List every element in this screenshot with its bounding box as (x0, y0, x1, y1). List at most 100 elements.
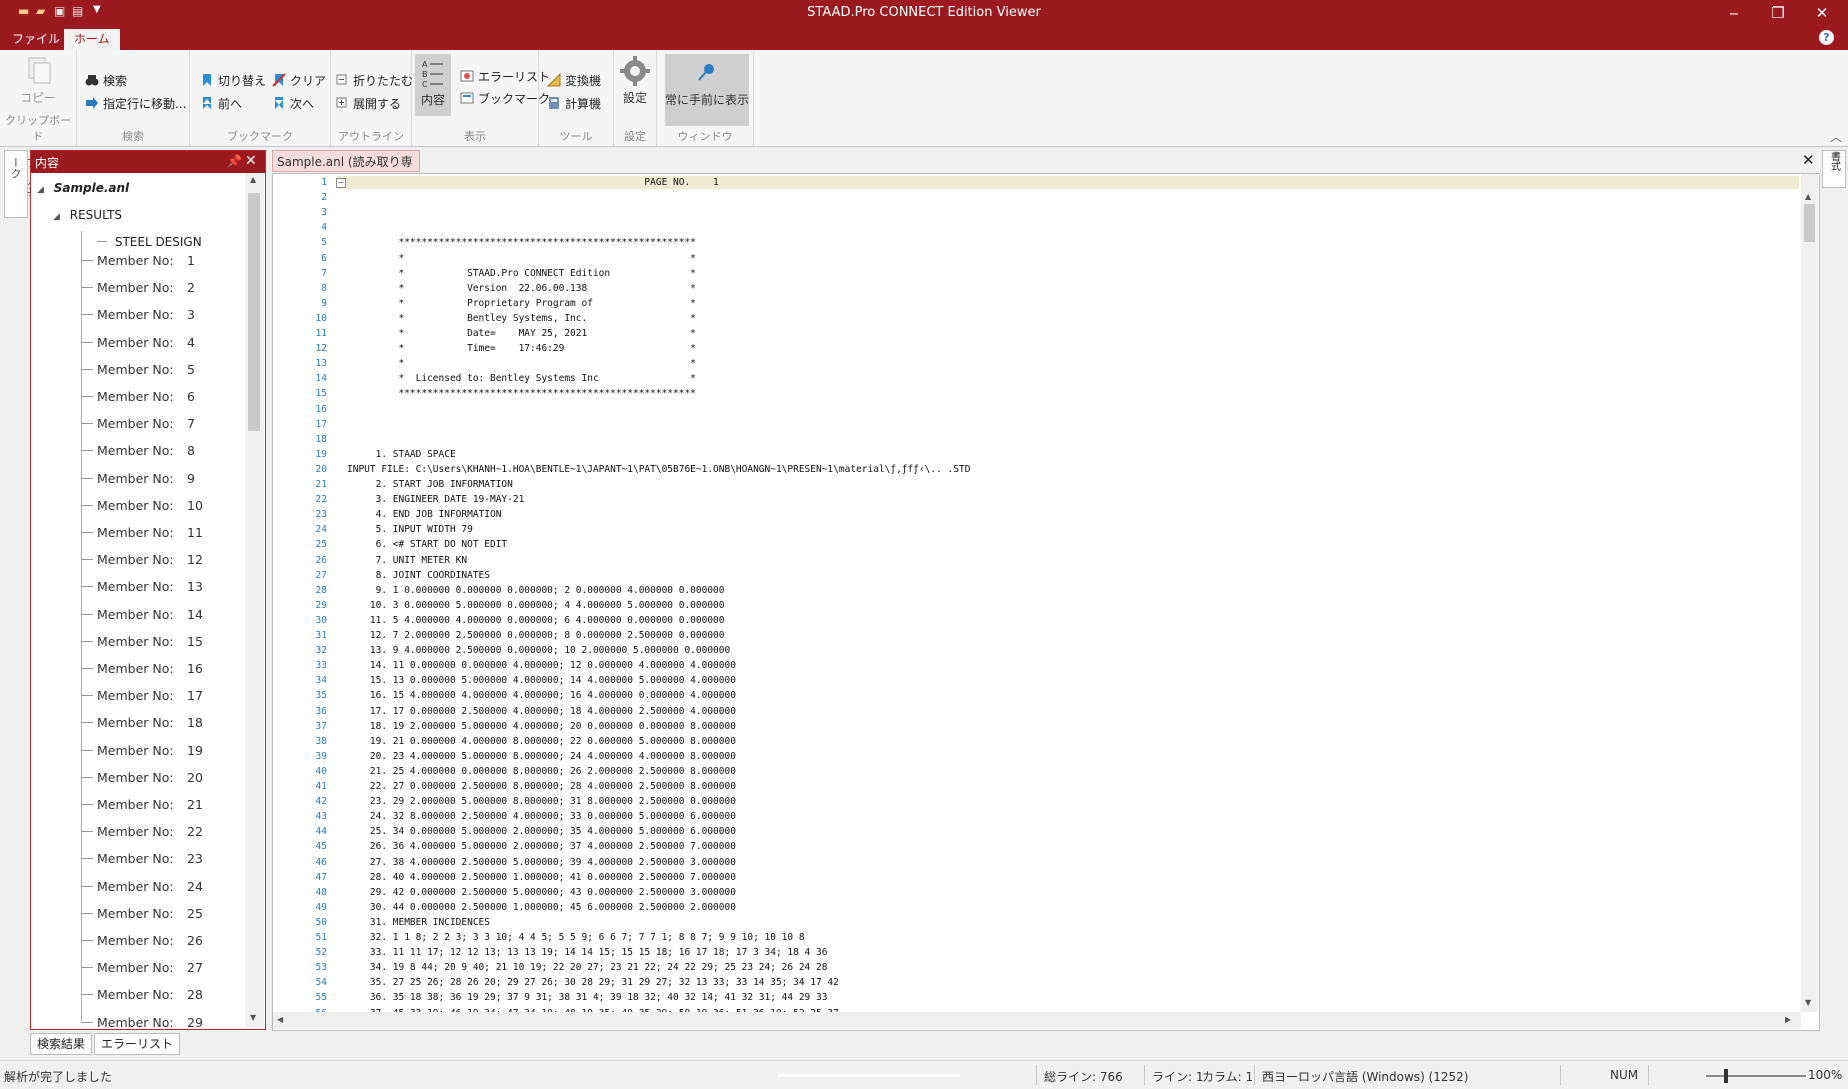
clear-bookmark-button[interactable]: クリア (272, 72, 326, 89)
tree-member-item[interactable]: Member No: 24 (81, 873, 241, 900)
scroll-up-icon[interactable]: ▲ (1805, 192, 1811, 201)
scroll-down-icon[interactable]: ▼ (1805, 998, 1811, 1007)
tree-member-item[interactable]: Member No: 8 (81, 437, 241, 464)
editor-vertical-scrollbar[interactable]: ▲ ▼ (1801, 174, 1818, 1012)
text-viewer[interactable]: − 1 2 3 4 5 6 7 8 9 10 11 12 13 14 15 16 17 18 19 20 21 22 23 2… (272, 173, 1820, 1031)
member-number: 18 (187, 715, 203, 731)
contents-scrollbar[interactable]: ▲ ▼ (245, 173, 264, 1027)
tree-results[interactable]: ◢ RESULTS (53, 208, 122, 222)
tree-member-item[interactable]: Member No: 20 (81, 764, 241, 791)
fold-toggle-icon[interactable]: − (336, 178, 346, 188)
tree-member-item[interactable]: Member No: 25 (81, 900, 241, 927)
tree-member-item[interactable]: Member No: 10 (81, 492, 241, 519)
tree-member-item[interactable]: Member No: 1 (81, 247, 241, 274)
line-number: 21 (315, 479, 327, 490)
calculator-icon (547, 96, 561, 110)
tree-member-item[interactable]: Member No: 4 (81, 329, 241, 356)
close-panel-icon[interactable]: ✕ (245, 153, 257, 169)
member-number: 14 (187, 606, 203, 622)
tree-member-item[interactable]: Member No: 18 (81, 709, 241, 736)
always-on-top-button[interactable]: 常に手前に表示 (665, 54, 749, 126)
tab-home[interactable]: ホーム (64, 29, 120, 50)
line-number: 33 (315, 660, 327, 672)
editor-horizontal-scrollbar[interactable]: ◀ ▶ (273, 1012, 1801, 1029)
zoom-slider-thumb[interactable] (1724, 1069, 1728, 1083)
tree-member-item[interactable]: Member No: 16 (81, 655, 241, 682)
help-icon[interactable]: ? (1819, 30, 1834, 45)
next-bookmark-button[interactable]: 次へ (272, 95, 314, 112)
tree-member-item[interactable]: Member No: 21 (81, 791, 241, 818)
encoding[interactable]: 西ヨーロッパ言語 (Windows) (1252) (1262, 1068, 1468, 1085)
tree-member-item[interactable]: Member No: 12 (81, 546, 241, 573)
scroll-left-icon[interactable]: ◀ (277, 1015, 283, 1024)
contents-scroll-thumb[interactable] (248, 193, 260, 431)
contents-toggle-button[interactable]: ABC 内容 (415, 54, 451, 116)
find-button[interactable]: 検索 (85, 72, 127, 89)
code-line: 9. 1 0.000000 0.000000 0.000000; 2 0.000… (347, 584, 725, 596)
minimize-button[interactable]: ‒ (1712, 0, 1756, 26)
code-line: 4. END JOB INFORMATION (347, 509, 502, 521)
tree-member-item[interactable]: Member No: 9 (81, 465, 241, 492)
collapse-ribbon-icon[interactable]: ︿ (1830, 128, 1842, 145)
code-line: * Date= MAY 25, 2021 * (347, 328, 696, 339)
tree-member-item[interactable]: Member No: 13 (81, 573, 241, 600)
converter-label: 変換機 (565, 74, 602, 88)
editor-scroll-thumb[interactable] (1804, 204, 1815, 242)
document-tab[interactable]: Sample.anl (読み取り専用) (272, 150, 420, 191)
tree-member-item[interactable]: Member No: 23 (81, 845, 241, 872)
bookmarks-pane-icon (460, 91, 474, 105)
tab-search-results[interactable]: 検索結果 (30, 1033, 93, 1055)
tree-member-item[interactable]: Member No: 11 (81, 519, 241, 546)
bookmarks-pane-button[interactable]: ブックマーク (460, 90, 550, 107)
restore-button[interactable]: ❐ (1756, 0, 1800, 26)
tree-expand-icon[interactable]: ◢ (37, 185, 44, 195)
zoom-slider[interactable] (1706, 1075, 1806, 1077)
prev-bookmark-button[interactable]: 前へ (200, 95, 242, 112)
tree-member-item[interactable]: Member No: 3 (81, 301, 241, 328)
pin-panel-icon[interactable]: 📌 (227, 154, 242, 168)
tree-member-item[interactable]: Member No: 28 (81, 981, 241, 1008)
tree-member-item[interactable]: Member No: 14 (81, 601, 241, 628)
tab-file[interactable]: ファイル (2, 29, 70, 50)
converter-button[interactable]: 変換機 (546, 72, 602, 89)
tab-error-list[interactable]: エラーリスト (94, 1033, 181, 1055)
tree-member-item[interactable]: Member No: 19 (81, 737, 241, 764)
tree-member-item[interactable]: Member No: 6 (81, 383, 241, 410)
tree-member-item[interactable]: Member No: 15 (81, 628, 241, 655)
tree-member-item[interactable]: Member No: 5 (81, 356, 241, 383)
code-line: 6. <# START DO NOT EDIT (347, 539, 508, 551)
line-number: 34 (315, 675, 327, 687)
error-list-button[interactable]: エラーリスト (460, 68, 550, 85)
close-document-icon[interactable]: ✕ (1802, 151, 1815, 169)
format-side-tab[interactable]: 書式 (1822, 150, 1846, 188)
scroll-up-icon[interactable]: ▲ (250, 175, 256, 184)
calculator-button[interactable]: 計算機 (547, 95, 601, 112)
line-number: 20 (315, 463, 327, 475)
member-label: Member No: (97, 307, 174, 323)
scroll-right-icon[interactable]: ▶ (1785, 1015, 1791, 1024)
collapse-button[interactable]: 折りたたむ (335, 72, 413, 89)
tree-member-item[interactable]: Member No: 22 (81, 818, 241, 845)
copy-button[interactable]: コピー (12, 56, 64, 106)
goto-line-button[interactable]: 指定行に移動... (85, 95, 186, 112)
tree-member-item[interactable]: Member No: 7 (81, 410, 241, 437)
tree-member-item[interactable]: Member No: 26 (81, 927, 241, 954)
tree-expand-icon[interactable]: ◢ (53, 212, 60, 222)
tree-member-item[interactable]: Member No: 2 (81, 274, 241, 301)
tree-member-item[interactable]: Member No: 17 (81, 682, 241, 709)
line-number: 44 (315, 826, 327, 838)
close-button[interactable]: ✕ (1800, 0, 1844, 26)
tree-member-item[interactable]: Member No: 27 (81, 954, 241, 981)
settings-button[interactable]: 設定 (617, 56, 653, 106)
num-lock-indicator: NUM (1610, 1068, 1639, 1082)
tree-member-item[interactable]: Member No: 29 (81, 1009, 241, 1036)
scroll-down-icon[interactable]: ▼ (250, 1013, 256, 1022)
line-number: 8 (321, 282, 327, 294)
bookmark-side-tab[interactable]: ブックマーク (4, 150, 38, 218)
member-label: Member No: (97, 361, 174, 377)
tree-root[interactable]: ◢ Sample.anl (37, 181, 129, 195)
expand-button[interactable]: 展開する (335, 95, 401, 112)
member-number: 4 (187, 334, 195, 350)
toggle-bookmark-button[interactable]: 切り替え (200, 72, 266, 89)
contents-list-icon: ABC (422, 60, 443, 89)
